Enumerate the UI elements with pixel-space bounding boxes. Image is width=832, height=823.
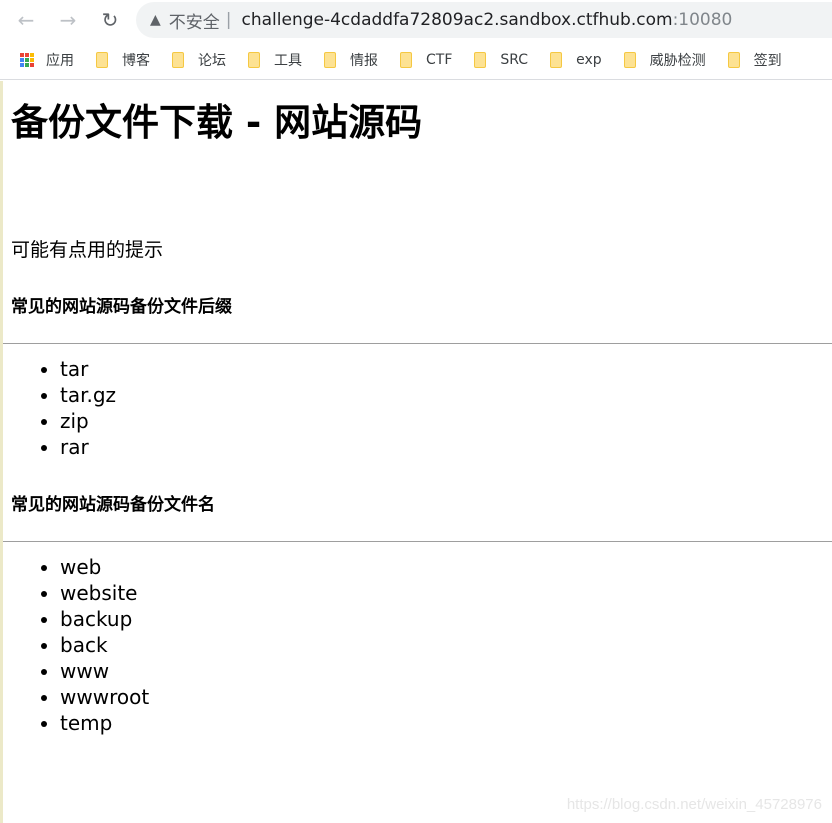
list-item: web bbox=[60, 554, 832, 580]
folder-icon bbox=[324, 51, 336, 68]
page-title: 备份文件下载 - 网站源码 bbox=[11, 101, 423, 144]
insecure-label: 不安全 bbox=[168, 12, 220, 33]
browser-toolbar: ← → ↻ ▲ 不安全 | challenge-4cdaddfa72809ac2… bbox=[0, 0, 832, 40]
bookmarks-bar: 应用 博客 论坛 工具 情报 CTF SRC exp 威胁检测 签到 bbox=[0, 40, 832, 80]
bookmark-label: 应用 bbox=[46, 52, 74, 69]
url-port: :10080 bbox=[672, 10, 733, 30]
bookmark-label: 论坛 bbox=[198, 52, 226, 69]
back-button[interactable]: ← bbox=[14, 8, 38, 32]
suffix-heading: 常见的网站源码备份文件后缀 bbox=[11, 297, 232, 317]
separator: | bbox=[225, 10, 232, 30]
bookmark-item[interactable]: 工具 bbox=[248, 50, 302, 70]
bookmark-item[interactable]: SRC bbox=[474, 51, 529, 68]
folder-icon bbox=[400, 51, 412, 68]
divider bbox=[3, 343, 832, 344]
bookmark-item[interactable]: 博客 bbox=[96, 50, 150, 70]
filename-list: webwebsitebackupbackwwwwwwroottemp bbox=[11, 554, 832, 736]
folder-icon bbox=[550, 51, 563, 68]
apps-icon bbox=[20, 52, 34, 67]
warning-icon: ▲ bbox=[150, 12, 161, 28]
list-item: tar bbox=[60, 356, 832, 382]
bookmark-label: CTF bbox=[426, 51, 453, 68]
bookmark-label: 威胁检测 bbox=[649, 52, 706, 69]
bookmark-label: SRC bbox=[500, 51, 529, 68]
bookmark-apps[interactable]: 应用 bbox=[20, 50, 74, 70]
bookmark-label: 工具 bbox=[274, 52, 302, 69]
list-item: www bbox=[60, 658, 832, 684]
divider bbox=[3, 541, 832, 542]
list-item: temp bbox=[60, 710, 832, 736]
url-host: challenge-4cdaddfa72809ac2.sandbox.ctfhu… bbox=[241, 10, 673, 30]
folder-icon bbox=[248, 51, 260, 68]
bookmark-label: 签到 bbox=[753, 52, 782, 69]
suffix-list: tartar.gzziprar bbox=[11, 356, 832, 460]
bookmark-label: exp bbox=[576, 51, 602, 68]
filename-heading: 常见的网站源码备份文件名 bbox=[11, 495, 215, 515]
list-item: website bbox=[60, 580, 832, 606]
bookmark-item[interactable]: CTF bbox=[400, 51, 453, 68]
forward-button[interactable]: → bbox=[56, 8, 80, 32]
bookmark-label: 情报 bbox=[350, 52, 378, 69]
list-item: back bbox=[60, 632, 832, 658]
bookmark-item[interactable]: 签到 bbox=[727, 50, 782, 70]
watermark: https://blog.csdn.net/weixin_45728976 bbox=[566, 796, 822, 813]
folder-icon bbox=[727, 51, 740, 68]
list-item: tar.gz bbox=[60, 382, 832, 408]
folder-icon bbox=[96, 51, 108, 68]
reload-button[interactable]: ↻ bbox=[98, 8, 122, 32]
bookmark-item[interactable]: 论坛 bbox=[172, 50, 226, 70]
bookmark-item[interactable]: 情报 bbox=[324, 50, 378, 70]
list-item: backup bbox=[60, 606, 832, 632]
address-bar[interactable]: ▲ 不安全 | challenge-4cdaddfa72809ac2.sandb… bbox=[136, 2, 832, 38]
bookmark-item[interactable]: 威胁检测 bbox=[623, 50, 706, 70]
folder-icon bbox=[172, 51, 184, 68]
page-content: 备份文件下载 - 网站源码 可能有点用的提示 常见的网站源码备份文件后缀 tar… bbox=[0, 81, 832, 823]
list-item: wwwroot bbox=[60, 684, 832, 710]
folder-icon bbox=[474, 51, 487, 68]
folder-icon bbox=[623, 51, 636, 68]
list-item: rar bbox=[60, 434, 832, 460]
bookmark-label: 博客 bbox=[122, 52, 150, 69]
bookmark-item[interactable]: exp bbox=[550, 51, 602, 68]
list-item: zip bbox=[60, 408, 832, 434]
hint-text: 可能有点用的提示 bbox=[11, 239, 164, 261]
